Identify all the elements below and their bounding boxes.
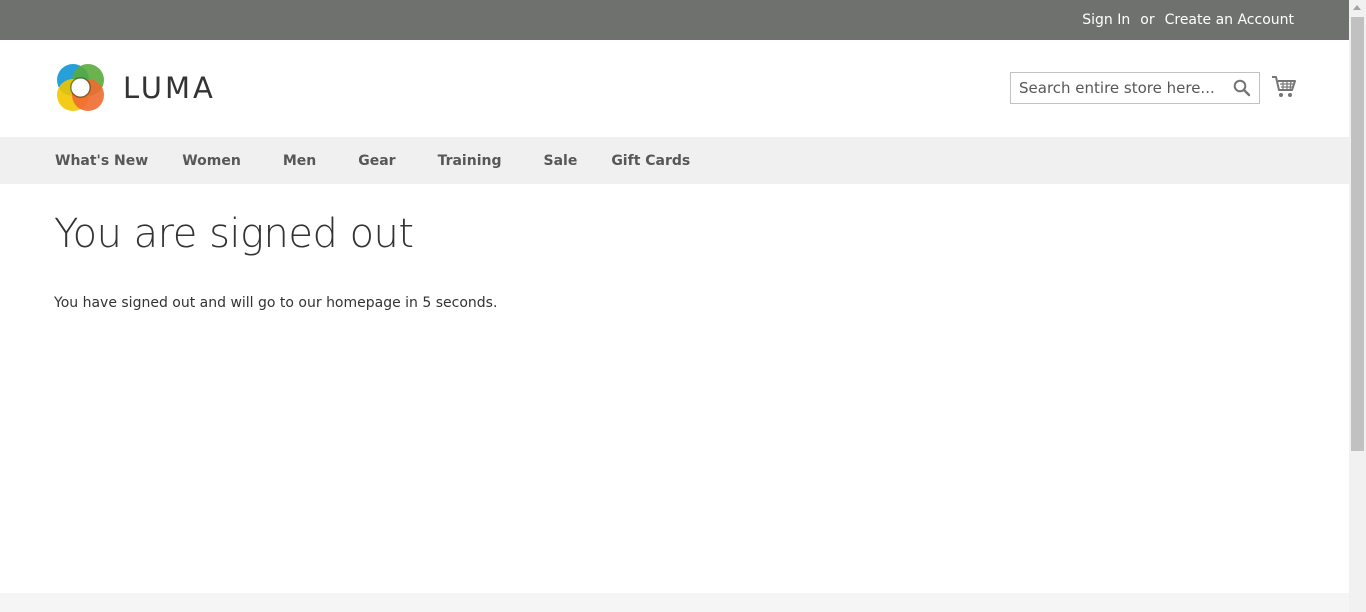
nav-item-training[interactable]: Training — [438, 153, 502, 169]
scroll-thumb[interactable] — [1351, 17, 1364, 451]
nav-item-men[interactable]: Men — [283, 153, 316, 169]
search-box — [1010, 72, 1260, 104]
footer-strip — [0, 593, 1349, 612]
scrollbar[interactable] — [1349, 0, 1366, 612]
logo[interactable]: LUMA — [55, 62, 216, 113]
content-area: Sign In or Create an Account LUMA Search… — [0, 0, 1349, 612]
nav-item-women[interactable]: Women — [182, 153, 241, 169]
header-content: LUMA — [0, 40, 1349, 137]
logo-text: LUMA — [123, 70, 216, 105]
cart-icon[interactable] — [1271, 75, 1297, 99]
or-text: or — [1140, 12, 1155, 28]
nav-item-whats-new[interactable]: What's New — [55, 153, 148, 169]
search-input[interactable] — [1011, 74, 1224, 102]
header-links: Sign In or Create an Account — [1082, 0, 1294, 40]
search-icon[interactable] — [1233, 79, 1251, 97]
nav-item-gift-cards[interactable]: Gift Cards — [611, 153, 690, 169]
scroll-up-arrow-icon[interactable] — [1353, 5, 1361, 10]
main-nav: What's New Women Men Gear Training Sale … — [0, 137, 1349, 184]
main-content: You are signed out You have signed out a… — [0, 210, 1349, 311]
create-account-link[interactable]: Create an Account — [1165, 12, 1294, 28]
signout-message: You have signed out and will go to our h… — [54, 295, 498, 311]
nav-item-sale[interactable]: Sale — [543, 153, 577, 169]
nav-item-gear[interactable]: Gear — [358, 153, 395, 169]
page-title: You are signed out — [54, 211, 414, 257]
sign-in-link[interactable]: Sign In — [1082, 12, 1130, 28]
panel-header: Sign In or Create an Account — [0, 0, 1349, 40]
luma-logo-icon — [57, 64, 104, 111]
page: Sign In or Create an Account LUMA Search… — [0, 0, 1366, 612]
